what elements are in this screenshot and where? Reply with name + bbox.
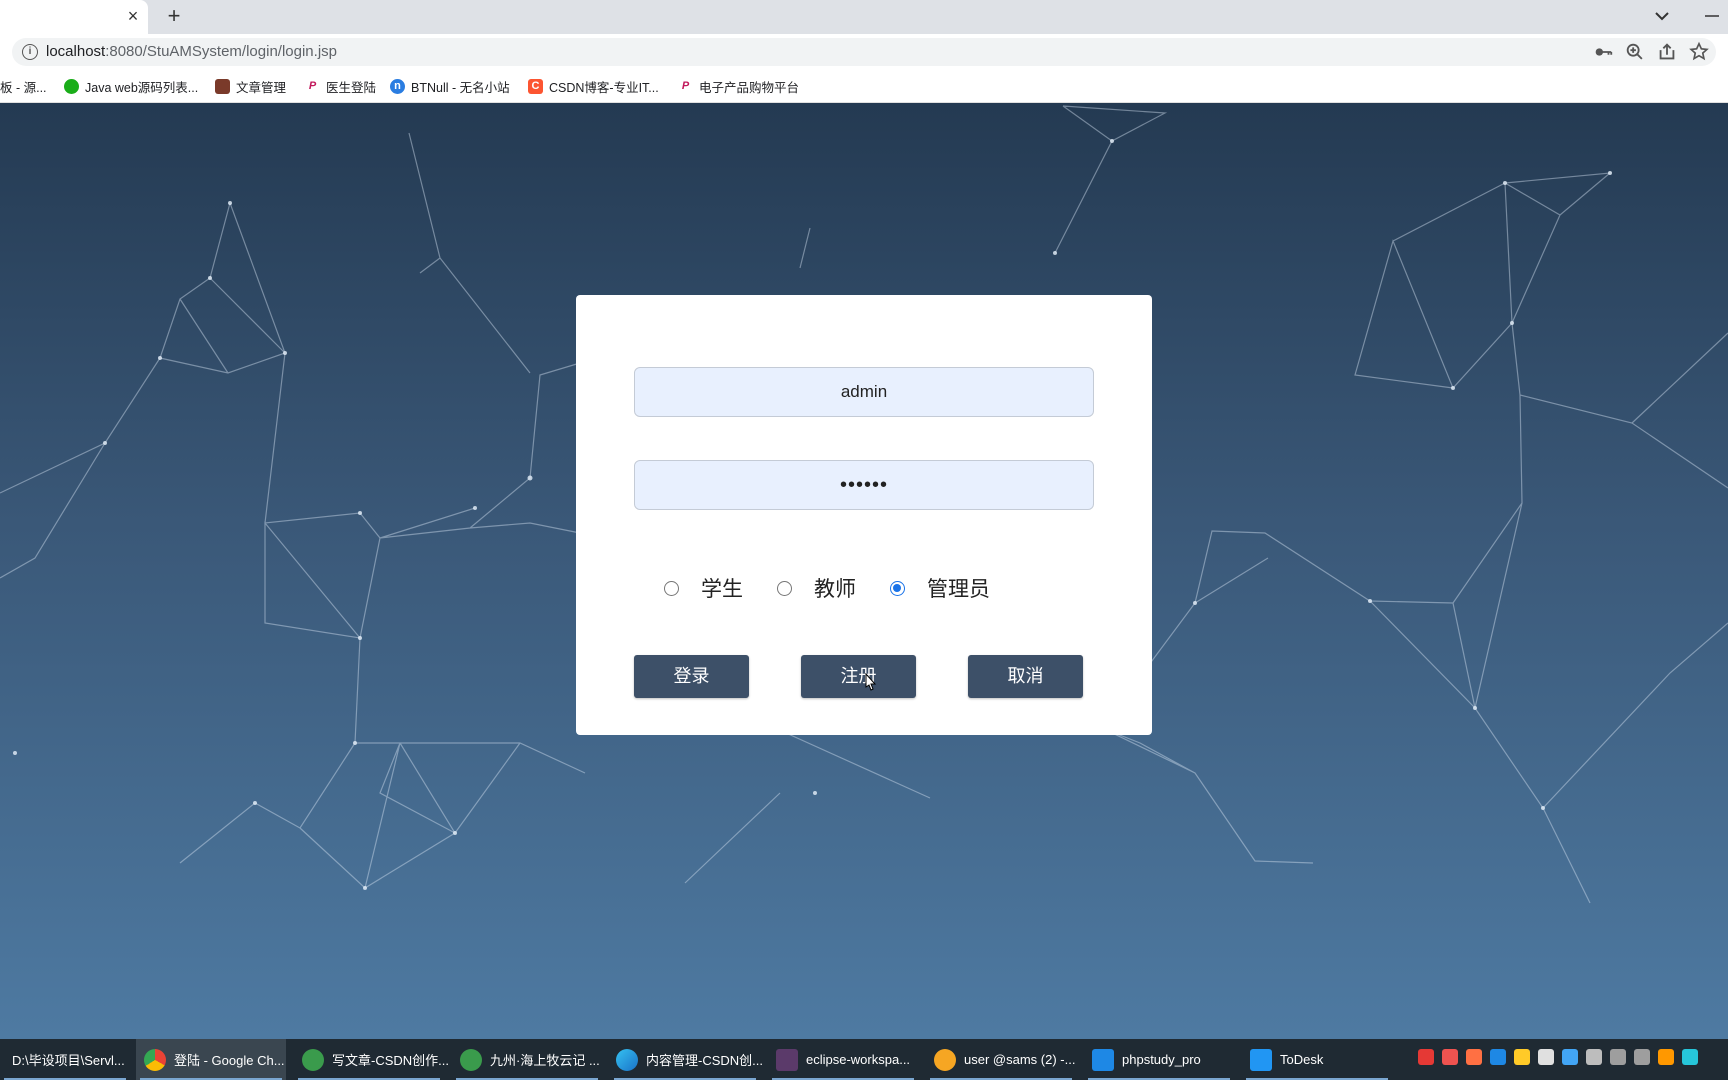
active-tab[interactable]: × bbox=[0, 0, 148, 34]
url-text[interactable]: localhost:8080/StuAMSystem/login/login.j… bbox=[46, 43, 337, 60]
site-info-icon[interactable]: i bbox=[22, 44, 38, 60]
username-input[interactable] bbox=[634, 367, 1094, 417]
role-admin-label: 管理员 bbox=[927, 577, 990, 601]
taskbar-item[interactable]: 登陆 - Google Ch... bbox=[136, 1039, 286, 1080]
phpstudy-icon bbox=[1092, 1048, 1114, 1071]
mouse-cursor-icon bbox=[865, 673, 877, 691]
microphone-icon[interactable] bbox=[1586, 1049, 1602, 1065]
bookmark-item[interactable]: 板 - 源... bbox=[0, 77, 47, 95]
taskbar-item[interactable]: 写文章-CSDN创作... bbox=[294, 1039, 449, 1080]
page-content: 学生 教师 管理员 登录 注册 取消 bbox=[0, 103, 1728, 1039]
database-icon bbox=[934, 1048, 956, 1071]
password-input[interactable] bbox=[634, 460, 1094, 510]
bookmark-item[interactable]: n BTNull - 无名小站 bbox=[390, 77, 510, 95]
cancel-button[interactable]: 取消 bbox=[968, 655, 1083, 698]
star-icon[interactable] bbox=[1688, 41, 1710, 63]
address-bar[interactable]: i localhost:8080/StuAMSystem/login/login… bbox=[12, 38, 1716, 66]
shield-icon[interactable] bbox=[1562, 1049, 1578, 1065]
edge-icon bbox=[616, 1048, 638, 1071]
login-card: 学生 教师 管理员 登录 注册 取消 bbox=[576, 295, 1152, 735]
taskbar-item[interactable]: eclipse-workspa... bbox=[768, 1039, 918, 1080]
bookmark-item[interactable]: 文章管理 bbox=[215, 77, 286, 95]
todesk-icon bbox=[1250, 1048, 1272, 1071]
tab-search-icon[interactable] bbox=[1650, 4, 1674, 28]
bookmark-item[interactable]: P 医生登陆 bbox=[305, 77, 376, 95]
minimize-icon[interactable] bbox=[1700, 4, 1724, 28]
role-student[interactable]: 学生 bbox=[664, 573, 743, 603]
close-tab-icon[interactable]: × bbox=[122, 5, 144, 27]
tray-app-icon[interactable] bbox=[1514, 1049, 1530, 1065]
browser-toolbar: i localhost:8080/StuAMSystem/login/login… bbox=[0, 34, 1728, 70]
tray-app-icon[interactable] bbox=[1442, 1049, 1458, 1065]
new-tab-button[interactable]: + bbox=[162, 4, 186, 28]
csdn-icon: C bbox=[528, 78, 543, 94]
taskbar-item[interactable]: 九州·海上牧云记 ... bbox=[452, 1039, 602, 1080]
input-method-icon[interactable] bbox=[1418, 1049, 1434, 1065]
bookmark-item[interactable]: Java web源码列表... bbox=[64, 77, 198, 95]
browser-icon bbox=[460, 1048, 482, 1071]
register-button[interactable]: 注册 bbox=[801, 655, 916, 698]
browser-icon bbox=[302, 1048, 324, 1071]
tray-app-icon[interactable] bbox=[1658, 1049, 1674, 1065]
role-teacher-label: 教师 bbox=[814, 577, 856, 601]
pen-icon bbox=[215, 78, 230, 94]
role-teacher-radio[interactable] bbox=[777, 580, 792, 596]
taskbar-item[interactable]: 内容管理-CSDN创... bbox=[610, 1039, 763, 1080]
taskbar-item[interactable]: phpstudy_pro bbox=[1084, 1039, 1234, 1080]
pin-icon: P bbox=[308, 79, 317, 92]
role-student-radio[interactable] bbox=[664, 580, 679, 596]
tray-app-icon[interactable] bbox=[1682, 1049, 1698, 1065]
taskbar: D:\毕设项目\Servl... 登陆 - Google Ch... 写文章-C… bbox=[0, 1039, 1728, 1080]
volume-icon[interactable] bbox=[1634, 1049, 1650, 1065]
phpstudy-tray-icon[interactable] bbox=[1490, 1049, 1506, 1065]
taskbar-item[interactable]: ToDesk bbox=[1242, 1039, 1392, 1080]
zoom-icon[interactable] bbox=[1624, 41, 1646, 63]
share-icon[interactable] bbox=[1656, 41, 1678, 63]
bookmark-item[interactable]: C CSDN博客-专业IT... bbox=[528, 77, 659, 95]
tab-strip: × + bbox=[0, 0, 1728, 34]
chrome-icon bbox=[144, 1048, 166, 1071]
bookmarks-bar: 板 - 源... Java web源码列表... 文章管理 P 医生登陆 n B… bbox=[0, 70, 1728, 103]
eclipse-icon bbox=[776, 1048, 798, 1071]
role-teacher[interactable]: 教师 bbox=[777, 573, 856, 603]
network-icon[interactable] bbox=[1610, 1049, 1626, 1065]
role-selector: 学生 教师 管理员 bbox=[664, 571, 1024, 605]
key-icon[interactable] bbox=[1592, 41, 1614, 63]
login-button[interactable]: 登录 bbox=[634, 655, 749, 698]
role-student-label: 学生 bbox=[701, 577, 743, 601]
role-admin[interactable]: 管理员 bbox=[890, 573, 990, 603]
taskbar-item[interactable]: D:\毕设项目\Servl... bbox=[0, 1039, 130, 1080]
qq-icon[interactable] bbox=[1538, 1049, 1554, 1065]
btnull-icon: n bbox=[390, 78, 405, 94]
tray-app-icon[interactable] bbox=[1466, 1049, 1482, 1065]
role-admin-radio[interactable] bbox=[890, 580, 905, 596]
pin-icon: P bbox=[681, 79, 690, 92]
system-tray bbox=[1418, 1049, 1698, 1065]
taskbar-item[interactable]: user @sams (2) -... bbox=[926, 1039, 1076, 1080]
bookmark-item[interactable]: P 电子产品购物平台 bbox=[678, 77, 799, 95]
wechat-icon bbox=[64, 78, 79, 94]
